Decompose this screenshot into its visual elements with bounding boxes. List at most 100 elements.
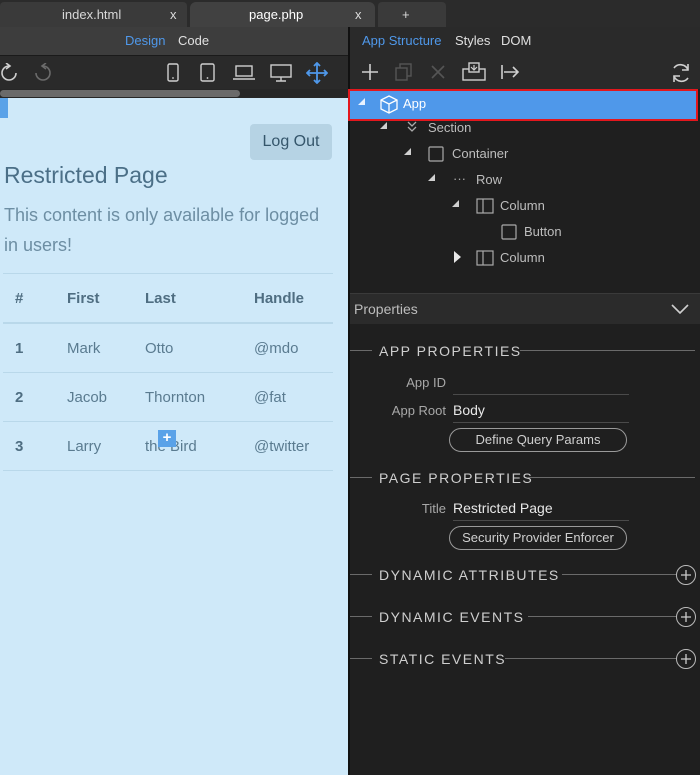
app-id-label: App ID (406, 375, 446, 390)
tree-node-column[interactable]: Column (500, 248, 545, 268)
section-divider (350, 477, 372, 478)
structure-toolbar (350, 55, 700, 89)
properties-header[interactable]: Properties (350, 293, 700, 324)
tree-node-label: App (403, 96, 427, 111)
section-divider (528, 477, 695, 478)
add-dynamic-event-icon[interactable] (676, 607, 696, 627)
tab-app-structure[interactable]: App Structure (362, 33, 442, 48)
duplicate-icon[interactable] (395, 63, 413, 81)
table-cell: Jacob (55, 372, 133, 422)
double-chevron-icon (407, 121, 417, 132)
app-properties-heading: APP PROPERTIES (379, 343, 522, 359)
add-icon[interactable] (361, 63, 379, 81)
table-row: 2 Jacob Thornton @fat (3, 372, 333, 422)
app-root-label: App Root (391, 403, 446, 418)
tree-node-container[interactable]: Container (452, 144, 508, 164)
move-icon[interactable] (306, 62, 328, 84)
properties-title: Properties (354, 301, 418, 317)
app-id-field[interactable] (453, 374, 629, 395)
dynamic-attributes-heading: DYNAMIC ATTRIBUTES (379, 567, 560, 583)
design-tab[interactable]: Design (125, 33, 165, 48)
tree-node-column[interactable]: Column (500, 196, 545, 216)
expand-triangle-icon[interactable] (358, 98, 365, 105)
phone-icon[interactable] (166, 63, 180, 83)
section-divider (520, 350, 695, 351)
section-divider (350, 574, 372, 575)
laptop-icon[interactable] (232, 64, 256, 82)
code-tab[interactable]: Code (178, 33, 209, 48)
insert-element-icon[interactable]: + (158, 430, 176, 447)
log-out-button[interactable]: Log Out (250, 124, 332, 160)
table-cell: Mark (55, 323, 133, 373)
static-events-heading: STATIC EVENTS (379, 651, 507, 667)
expand-triangle-icon[interactable] (404, 148, 411, 155)
horizontal-scrollbar[interactable] (0, 90, 240, 97)
table-cell: @mdo (242, 323, 333, 373)
delete-icon[interactable] (430, 64, 446, 80)
column-header: Handle (242, 273, 333, 324)
column-icon (476, 198, 494, 214)
close-icon[interactable]: x (355, 7, 362, 22)
tab-styles[interactable]: Styles (455, 33, 490, 48)
dots-icon: ··· (453, 171, 466, 186)
panel-tabs: App Structure Styles DOM (350, 27, 700, 55)
refresh-icon[interactable] (670, 62, 692, 84)
title-field[interactable]: Restricted Page (453, 500, 629, 521)
wrap-icon[interactable] (462, 62, 486, 82)
collapsed-triangle-icon[interactable] (454, 251, 461, 263)
undo-icon[interactable] (0, 63, 20, 83)
tree-node-app[interactable]: App (348, 89, 698, 121)
table-cell: Larry (55, 421, 133, 471)
plus-icon: + (402, 7, 410, 22)
table-row: 1 Mark Otto @mdo (3, 323, 333, 373)
table-cell: 3 (3, 421, 55, 471)
table-cell: Otto (133, 323, 242, 373)
view-switcher: Design Code (0, 27, 348, 55)
tab-index-html[interactable]: index.html x (0, 2, 187, 27)
table-cell: 1 (3, 323, 55, 373)
column-header: First (55, 273, 133, 324)
new-tab-button[interactable]: + (378, 2, 446, 27)
table-cell: 2 (3, 372, 55, 422)
tree-node-button[interactable]: Button (524, 222, 562, 242)
page-properties-heading: PAGE PROPERTIES (379, 470, 534, 486)
tab-dom[interactable]: DOM (501, 33, 531, 48)
section-divider (562, 574, 676, 575)
tab-page-php[interactable]: page.php x (190, 2, 375, 27)
column-header: Last (133, 273, 242, 324)
tab-label: page.php (249, 7, 304, 22)
section-divider (505, 658, 676, 659)
tab-label: index.html (62, 7, 122, 22)
element-marker[interactable] (0, 98, 8, 118)
define-query-params-button[interactable]: Define Query Params (449, 428, 627, 452)
section-divider (528, 616, 676, 617)
tablet-icon[interactable] (199, 63, 217, 83)
add-dynamic-attribute-icon[interactable] (676, 565, 696, 585)
add-static-event-icon[interactable] (676, 649, 696, 669)
table-cell: @twitter (242, 421, 333, 471)
redo-icon[interactable] (32, 63, 52, 83)
chevron-down-icon[interactable] (670, 303, 690, 315)
security-provider-enforcer-button[interactable]: Security Provider Enforcer (449, 526, 627, 550)
title-label: Title (421, 501, 446, 516)
tab-bar: index.html x page.php x + (0, 0, 700, 27)
unwrap-icon[interactable] (500, 63, 520, 81)
close-icon[interactable]: x (170, 7, 177, 22)
device-toolbar (0, 55, 348, 90)
expand-triangle-icon[interactable] (380, 122, 387, 129)
app-root-field[interactable]: Body (453, 402, 629, 423)
dynamic-events-heading: DYNAMIC EVENTS (379, 609, 525, 625)
table-header-row: # First Last Handle (3, 273, 333, 324)
column-icon (476, 250, 494, 266)
desktop-icon[interactable] (269, 63, 293, 83)
page-title: Restricted Page (4, 162, 168, 188)
table-cell: @fat (242, 372, 333, 422)
tree-node-section[interactable]: Section (428, 118, 471, 138)
section-divider (350, 616, 372, 617)
section-divider (350, 350, 372, 351)
cube-icon (380, 95, 398, 114)
expand-triangle-icon[interactable] (452, 200, 459, 207)
expand-triangle-icon[interactable] (428, 174, 435, 181)
section-divider (350, 658, 372, 659)
tree-node-row[interactable]: Row (476, 170, 502, 190)
